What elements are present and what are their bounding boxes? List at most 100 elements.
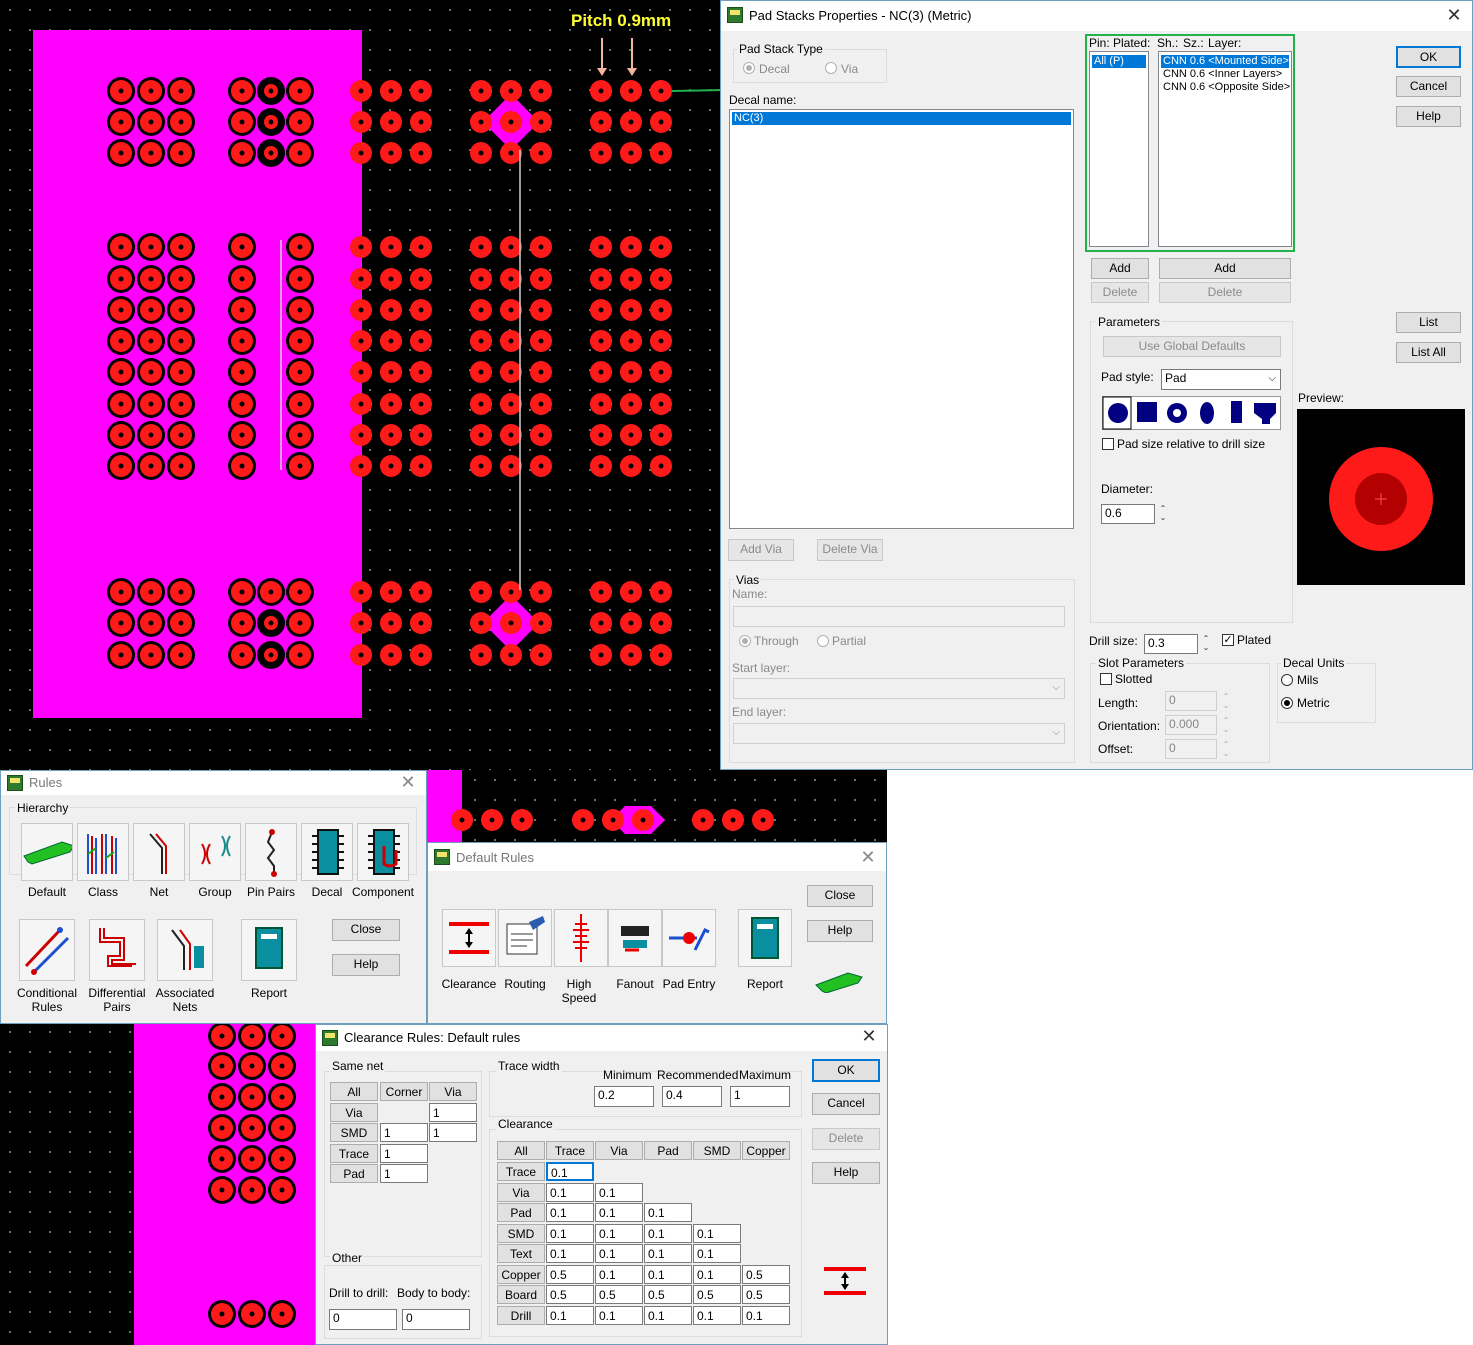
default-close-button[interactable]: Close [807, 885, 873, 907]
mils-radio[interactable] [1281, 674, 1293, 686]
hierarchy-component-button[interactable] [357, 823, 409, 881]
hierarchy-pin-pairs-button[interactable] [245, 823, 297, 881]
trace-width-rec-field[interactable]: 0.4 [662, 1086, 722, 1107]
partial-radio[interactable] [817, 635, 829, 647]
clearance-cell[interactable]: 0.5 [644, 1285, 692, 1304]
same-net-cell[interactable]: 1 [429, 1123, 477, 1142]
fanout-button[interactable] [608, 909, 662, 967]
clearance-cell[interactable]: 0.5 [742, 1285, 790, 1304]
hierarchy-net-button[interactable] [133, 823, 185, 881]
add-via-button[interactable]: Add Via [728, 539, 794, 561]
clearance-cell[interactable]: 0.1 [644, 1203, 692, 1222]
same-net-col-via[interactable]: Via [429, 1082, 477, 1101]
rules-report-button[interactable] [241, 919, 297, 981]
clearance-cell[interactable]: 0.1 [693, 1305, 741, 1325]
layer-delete-button[interactable]: Delete [1159, 282, 1291, 303]
clearance-row-via[interactable]: Via [497, 1182, 545, 1202]
clearance-cell[interactable]: 0.1 [693, 1244, 741, 1263]
differential-pairs-button[interactable] [89, 919, 145, 981]
default-help-button[interactable]: Help [807, 920, 873, 942]
rules-help-button[interactable]: Help [332, 954, 400, 976]
same-net-cell[interactable]: 1 [429, 1103, 477, 1122]
clearance-cell[interactable]: 0.1 [742, 1305, 790, 1325]
clearance-cell[interactable]: 0.1 [693, 1264, 741, 1284]
clearance-cell[interactable]: 0.5 [546, 1285, 594, 1304]
same-net-cell[interactable]: 1 [380, 1164, 428, 1183]
via-radio[interactable] [825, 62, 837, 74]
clearance-row-smd[interactable]: SMD [497, 1223, 545, 1243]
hierarchy-default-button[interactable] [21, 823, 75, 881]
diameter-field[interactable]: 0.6 [1101, 504, 1155, 524]
clearance-cell[interactable]: 0.1 [546, 1305, 594, 1325]
clearance-delete-button[interactable]: Delete [812, 1128, 880, 1150]
layer-add-button[interactable]: Add [1159, 258, 1291, 279]
clearance-cell[interactable]: 0.1 [546, 1182, 594, 1202]
hierarchy-decal-button[interactable] [301, 823, 353, 881]
clearance-cell[interactable]: 0.1 [595, 1182, 643, 1202]
clearance-cancel-button[interactable]: Cancel [812, 1093, 880, 1115]
high-speed-button[interactable] [554, 909, 608, 967]
clearance-col-all[interactable]: All [497, 1141, 545, 1160]
clearance-cell[interactable]: 0.1 [644, 1305, 692, 1325]
same-net-cell[interactable]: 1 [380, 1144, 428, 1163]
hierarchy-group-button[interactable] [189, 823, 241, 881]
list-all-button[interactable]: List All [1396, 342, 1461, 363]
close-icon[interactable]: ✕ [1444, 5, 1464, 26]
close-icon[interactable]: ✕ [398, 772, 418, 793]
layer-item-opposite[interactable]: CNN 0.6 <Opposite Side> [1159, 81, 1291, 94]
conditional-rules-button[interactable] [19, 919, 75, 981]
clearance-ok-button[interactable]: OK [812, 1059, 880, 1082]
clearance-cell[interactable]: 0.1 [546, 1162, 594, 1181]
same-net-col-corner[interactable]: Corner [380, 1082, 428, 1101]
trace-width-min-field[interactable]: 0.2 [594, 1086, 654, 1107]
help-button[interactable]: Help [1396, 106, 1461, 127]
clearance-cell[interactable]: 0.1 [644, 1264, 692, 1284]
close-icon[interactable]: ✕ [858, 847, 878, 868]
clearance-row-copper[interactable]: Copper [497, 1264, 545, 1284]
associated-nets-button[interactable] [157, 919, 213, 981]
metric-radio[interactable] [1281, 697, 1293, 709]
clearance-cell[interactable]: 0.1 [595, 1244, 643, 1263]
same-net-col-all[interactable]: All [330, 1082, 378, 1101]
clearance-cell[interactable]: 0.1 [595, 1223, 643, 1243]
clearance-cell[interactable]: 0.5 [595, 1285, 643, 1304]
end-layer-select[interactable]: ⌵ [733, 723, 1065, 744]
clearance-cell[interactable]: 0.1 [595, 1264, 643, 1284]
clearance-cell[interactable]: 0.1 [644, 1244, 692, 1263]
drill-size-spinner[interactable]: ⌃ ⌄ [1201, 634, 1211, 652]
body-to-body-field[interactable]: 0 [402, 1309, 470, 1330]
clearance-col-via[interactable]: Via [595, 1141, 643, 1160]
start-layer-select[interactable]: ⌵ [733, 678, 1065, 699]
length-spinner[interactable]: ⌃ ⌄ [1221, 692, 1231, 710]
pad-relative-checkbox[interactable] [1102, 438, 1114, 450]
pad-shape-buttons[interactable] [1102, 396, 1282, 430]
clearance-help-button[interactable]: Help [812, 1162, 880, 1184]
clearance-cell[interactable]: 0.1 [693, 1223, 741, 1243]
offset-field[interactable]: 0 [1165, 739, 1217, 759]
layer-item-inner[interactable]: CNN 0.6 <Inner Layers> [1159, 68, 1291, 81]
same-net-row-smd[interactable]: SMD [330, 1123, 378, 1142]
ok-button[interactable]: OK [1396, 46, 1461, 68]
orientation-spinner[interactable]: ⌃ ⌄ [1221, 716, 1231, 734]
use-global-defaults-button[interactable]: Use Global Defaults [1103, 336, 1281, 357]
decal-name-list[interactable]: NC(3) [729, 109, 1074, 529]
offset-spinner[interactable]: ⌃ ⌄ [1221, 740, 1231, 758]
same-net-row-via[interactable]: Via [330, 1103, 378, 1122]
clearance-cell[interactable]: 0.1 [595, 1203, 643, 1222]
clearance-cell[interactable]: 0.1 [546, 1244, 594, 1263]
hierarchy-class-button[interactable] [77, 823, 129, 881]
routing-button[interactable] [498, 909, 552, 967]
slotted-checkbox[interactable] [1100, 673, 1112, 685]
pin-delete-button[interactable]: Delete [1091, 282, 1149, 303]
same-net-cell[interactable]: 1 [380, 1123, 428, 1142]
clearance-col-pad[interactable]: Pad [644, 1141, 692, 1160]
clearance-row-board[interactable]: Board [497, 1285, 545, 1304]
pin-item[interactable]: All (P) [1092, 55, 1146, 68]
clearance-col-copper[interactable]: Copper [742, 1141, 790, 1160]
close-icon[interactable]: ✕ [859, 1026, 879, 1047]
same-net-row-trace[interactable]: Trace [330, 1144, 378, 1163]
cancel-button[interactable]: Cancel [1396, 76, 1461, 97]
length-field[interactable]: 0 [1165, 691, 1217, 711]
pad-style-select[interactable]: Pad ⌵ [1161, 369, 1281, 390]
clearance-row-drill[interactable]: Drill [497, 1305, 545, 1325]
